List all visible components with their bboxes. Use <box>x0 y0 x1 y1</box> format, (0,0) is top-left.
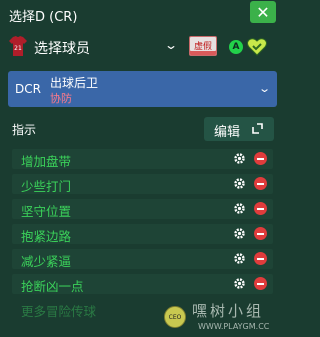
chevron-down-icon: ⌄ <box>258 82 272 95</box>
watermark-text: 嘿树小组 <box>192 302 265 320</box>
edit-button[interactable]: 编辑 <box>204 117 274 141</box>
position-name: 出球后卫 <box>50 76 99 90</box>
status-badge: 虚假 <box>189 36 217 56</box>
instruction-row[interactable]: 抢断凶一点 <box>12 274 273 294</box>
instruction-row[interactable]: 坚守位置 <box>12 199 273 219</box>
heart-icon <box>247 38 267 56</box>
chevron-down-icon[interactable]: ⌄ <box>164 38 178 52</box>
gear-icon[interactable] <box>233 227 246 240</box>
instruction-label: 抢断凶一点 <box>21 279 84 294</box>
page-title: 选择D (CR) <box>9 10 78 25</box>
expand-icon <box>252 123 263 134</box>
remove-icon[interactable] <box>254 277 267 290</box>
watermark: CEO 嘿树小组 WWW.PLAYGM.CC <box>164 300 279 334</box>
instruction-label: 减少紧逼 <box>21 254 72 269</box>
instruction-row[interactable]: 抱紧边路 <box>12 224 273 244</box>
position-dropdown[interactable]: DCR 出球后卫 协防 ⌄ <box>8 71 277 107</box>
svg-text:21: 21 <box>14 45 22 52</box>
remove-icon[interactable] <box>254 152 267 165</box>
player-select-label[interactable]: 选择球员 <box>34 38 90 58</box>
watermark-url: WWW.PLAYGM.CC <box>198 322 270 331</box>
close-button[interactable]: ✕ <box>250 1 276 23</box>
instruction-label: 坚守位置 <box>21 204 72 219</box>
watermark-logo-icon: CEO <box>164 306 186 328</box>
position-role: 协防 <box>50 92 72 105</box>
instruction-label: 抱紧边路 <box>21 229 72 244</box>
player-jersey-icon: 21 <box>9 36 27 56</box>
instruction-row[interactable]: 减少紧逼 <box>12 249 273 269</box>
a-badge-icon: A <box>229 40 243 54</box>
instruction-label: 增加盘带 <box>21 154 72 169</box>
instructions-heading: 指示 <box>12 123 37 137</box>
gear-icon[interactable] <box>233 252 246 265</box>
instruction-row[interactable]: 增加盘带 <box>12 149 273 169</box>
instruction-label: 少些打门 <box>21 179 72 194</box>
instruction-label: 更多冒险传球 <box>21 304 97 319</box>
remove-icon[interactable] <box>254 177 267 190</box>
instruction-row[interactable]: 少些打门 <box>12 174 273 194</box>
remove-icon[interactable] <box>254 202 267 215</box>
position-code: DCR <box>15 82 41 96</box>
gear-icon[interactable] <box>233 202 246 215</box>
close-icon: ✕ <box>256 2 270 22</box>
edit-button-label: 编辑 <box>214 125 241 140</box>
remove-icon[interactable] <box>254 227 267 240</box>
remove-icon[interactable] <box>254 252 267 265</box>
gear-icon[interactable] <box>233 277 246 290</box>
gear-icon[interactable] <box>233 152 246 165</box>
instruction-row-more[interactable]: 更多冒险传球 <box>12 299 182 319</box>
gear-icon[interactable] <box>233 177 246 190</box>
